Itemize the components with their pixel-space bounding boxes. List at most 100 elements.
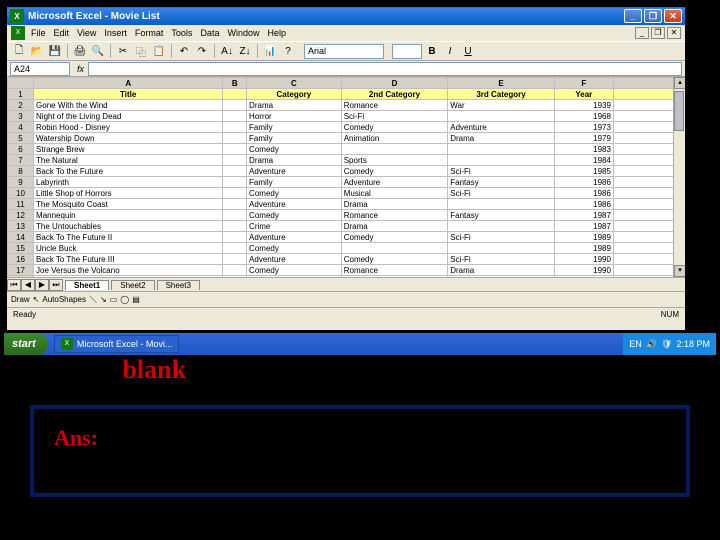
cell[interactable]: Comedy [247,210,342,221]
cell[interactable]: Sci-Fi [341,111,448,122]
cell[interactable]: Horror [247,111,342,122]
rectangle-icon[interactable]: ▭ [110,295,118,304]
col-header-b[interactable]: B [223,78,247,89]
cell[interactable]: 1979 [554,133,613,144]
cell[interactable]: 1985 [554,166,613,177]
taskbar-excel-item[interactable]: X Microsoft Excel - Movi... [54,335,180,353]
undo-icon[interactable]: ↶ [176,43,192,59]
cell[interactable] [448,111,555,122]
cell[interactable]: Comedy [341,254,448,265]
name-box[interactable] [10,62,70,76]
cell[interactable]: Comedy [247,276,342,278]
cell[interactable] [223,232,247,243]
cell[interactable] [448,243,555,254]
cell[interactable]: 1939 [554,100,613,111]
cell[interactable]: 1987 [554,210,613,221]
menu-tools[interactable]: Tools [171,28,192,38]
cell[interactable]: Watership Down [34,133,223,144]
menu-window[interactable]: Window [227,28,259,38]
header-cell[interactable]: Year [554,89,613,100]
tray-icon[interactable]: 🔊 [646,339,657,350]
cell[interactable] [448,221,555,232]
minimize-button[interactable]: _ [624,9,642,23]
row-header[interactable]: 3 [8,111,34,122]
underline-icon[interactable]: U [460,43,476,59]
sheet-tab-3[interactable]: Sheet3 [157,280,200,290]
cell[interactable] [223,221,247,232]
copy-icon[interactable]: ⿻ [133,43,149,59]
cell[interactable] [223,133,247,144]
row-header[interactable]: 14 [8,232,34,243]
cell[interactable]: Back To the Future [34,166,223,177]
formula-input[interactable] [88,62,682,76]
cell[interactable]: Musical [341,188,448,199]
preview-icon[interactable]: 🔍 [90,43,106,59]
row-header[interactable]: 2 [8,100,34,111]
cell[interactable]: Drama [341,199,448,210]
doc-restore[interactable]: ❐ [651,27,665,39]
cell[interactable] [448,155,555,166]
cell[interactable]: The Natural [34,155,223,166]
cell[interactable]: Drama [448,265,555,276]
cell[interactable]: Gone With the Wind [34,100,223,111]
cell[interactable]: Drama [247,155,342,166]
redo-icon[interactable]: ↷ [194,43,210,59]
row-header[interactable]: 9 [8,177,34,188]
cell[interactable]: Romance [341,265,448,276]
menu-format[interactable]: Format [135,28,164,38]
cell[interactable]: 1993 [554,276,613,278]
cell[interactable]: 1984 [554,155,613,166]
row-header[interactable]: 18 [8,276,34,278]
cut-icon[interactable]: ✂ [115,43,131,59]
cell[interactable]: Robin Hood - Disney [34,122,223,133]
doc-close[interactable]: ✕ [667,27,681,39]
cell[interactable] [223,188,247,199]
cell[interactable]: The Mosquito Coast [34,199,223,210]
cell[interactable] [448,199,555,210]
doc-minimize[interactable]: _ [635,27,649,39]
scroll-down-icon[interactable]: ▾ [674,265,685,277]
cell[interactable] [448,276,555,278]
row-header[interactable]: 15 [8,243,34,254]
cell[interactable]: Mannequin [34,210,223,221]
cell[interactable]: 1989 [554,243,613,254]
cell[interactable]: Labyrinth [34,177,223,188]
cell[interactable]: Family [247,122,342,133]
cell[interactable]: Adventure [247,254,342,265]
cell[interactable]: So I Married an Axe Murderer [34,276,223,278]
menu-data[interactable]: Data [200,28,219,38]
cell[interactable]: Back To The Future II [34,232,223,243]
cell[interactable]: 1990 [554,265,613,276]
cell[interactable]: 1989 [554,232,613,243]
cell[interactable]: Sports [341,155,448,166]
menu-insert[interactable]: Insert [104,28,127,38]
new-icon[interactable]: 🗋 [11,43,27,59]
cell[interactable]: Romance [341,100,448,111]
cell[interactable]: Little Shop of Horrors [34,188,223,199]
cell[interactable] [341,144,448,155]
cell[interactable] [223,210,247,221]
italic-icon[interactable]: I [442,43,458,59]
tab-nav-first[interactable]: ⏮ [7,279,21,291]
cell[interactable] [223,122,247,133]
cell[interactable]: Comedy [247,265,342,276]
cell[interactable]: Sci-Fi [448,166,555,177]
cell[interactable] [223,276,247,278]
pointer-icon[interactable]: ↖ [33,295,40,304]
worksheet-icon[interactable]: X [11,26,25,40]
row-header[interactable]: 10 [8,188,34,199]
autoshapes-menu[interactable]: AutoShapes [42,295,86,304]
chart-icon[interactable]: 📊 [262,43,278,59]
col-header-d[interactable]: D [341,78,448,89]
cell[interactable] [223,111,247,122]
cell[interactable]: 1990 [554,254,613,265]
cell[interactable]: 1987 [554,221,613,232]
tray-icon[interactable]: 🛡 [661,339,672,350]
cell[interactable] [223,265,247,276]
oval-icon[interactable]: ◯ [120,295,129,304]
cell[interactable]: Joe Versus the Volcano [34,265,223,276]
cell[interactable]: Comedy [247,188,342,199]
cell[interactable]: 1983 [554,144,613,155]
header-cell[interactable]: Category [247,89,342,100]
cell[interactable]: Family [247,133,342,144]
